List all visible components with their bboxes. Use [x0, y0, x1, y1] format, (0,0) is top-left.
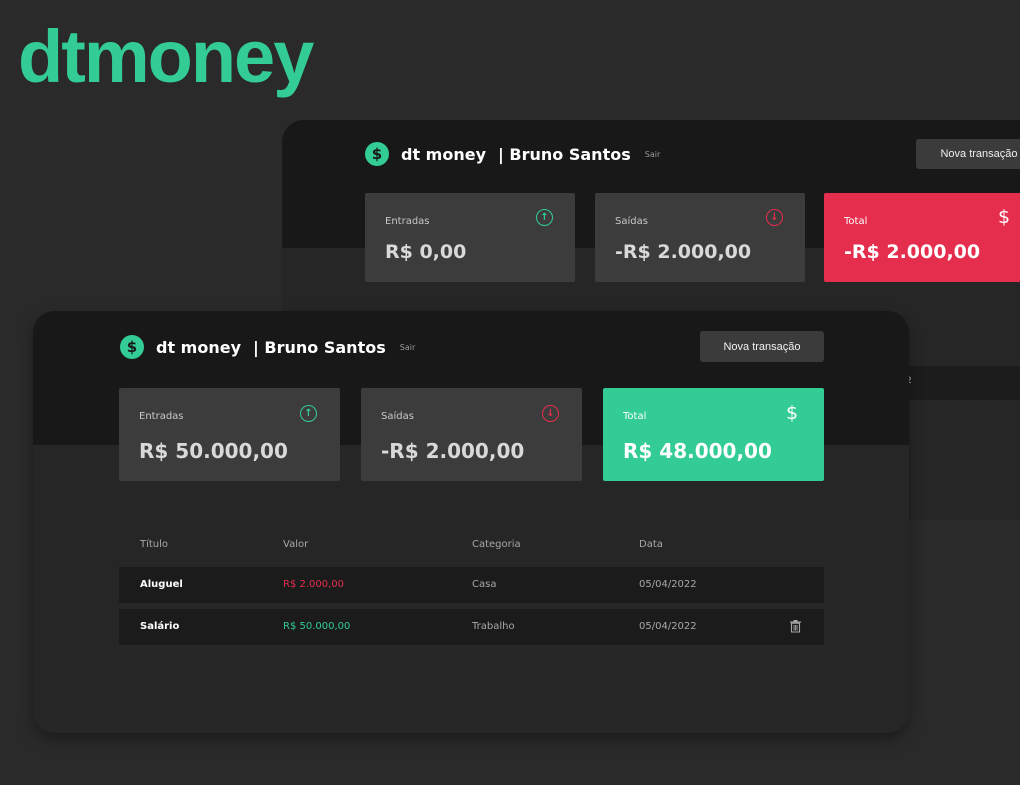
income-card: Entradas ↑ R$ 0,00 [365, 193, 575, 282]
header-logo: $ dt money | Bruno Santos Sair [120, 335, 415, 359]
income-value: R$ 0,00 [385, 241, 467, 263]
arrow-up-circle-icon: ↑ [536, 209, 553, 226]
dollar-icon: $ [786, 402, 799, 424]
app-name: dt money [401, 144, 487, 164]
logout-link[interactable]: Sair [645, 150, 661, 159]
arrow-down-circle-icon: ↓ [766, 209, 783, 226]
total-value: R$ 48.000,00 [623, 439, 772, 463]
column-header-title: Título [140, 539, 169, 550]
front-app-window: $ dt money | Bruno Santos Sair Nova tran… [33, 311, 909, 733]
table-row[interactable]: Salário R$ 50.000,00 Trabalho 05/04/2022 [119, 609, 824, 645]
transactions-table: Título Valor Categoria Data Aluguel R$ 2… [119, 533, 824, 651]
table-header: Título Valor Categoria Data [119, 533, 824, 567]
total-card: Total $ -R$ 2.000,00 [824, 193, 1020, 282]
brand-title: dtmoney [18, 15, 314, 98]
column-header-date: Data [639, 539, 663, 550]
row-category: Casa [472, 579, 497, 590]
income-value: R$ 50.000,00 [139, 439, 288, 463]
outcome-value: -R$ 2.000,00 [381, 439, 525, 463]
column-header-value: Valor [283, 539, 309, 550]
income-label: Entradas [385, 216, 430, 227]
new-transaction-button[interactable]: Nova transação [916, 139, 1020, 169]
table-row[interactable]: Aluguel R$ 2.000,00 Casa 05/04/2022 [119, 567, 824, 603]
trash-icon[interactable] [790, 620, 801, 633]
row-title: Aluguel [140, 579, 183, 590]
arrow-up-circle-icon: ↑ [300, 405, 317, 422]
column-header-category: Categoria [472, 539, 521, 550]
user-name: | Bruno Santos [253, 337, 386, 357]
row-category: Trabalho [472, 621, 515, 632]
row-date: 05/04/2022 [639, 621, 697, 632]
outcome-card: Saídas ↓ -R$ 2.000,00 [361, 388, 582, 481]
header-logo: $ dt money | Bruno Santos Sair [365, 142, 660, 166]
row-value: R$ 50.000,00 [283, 621, 351, 632]
arrow-down-circle-icon: ↓ [542, 405, 559, 422]
outcome-value: -R$ 2.000,00 [615, 241, 752, 263]
income-label: Entradas [139, 411, 184, 422]
dollar-coin-icon: $ [365, 142, 389, 166]
user-name: | Bruno Santos [498, 144, 631, 164]
row-title: Salário [140, 621, 180, 632]
outcome-card: Saídas ↓ -R$ 2.000,00 [595, 193, 805, 282]
app-name: dt money [156, 337, 242, 357]
outcome-label: Saídas [381, 411, 414, 422]
total-label: Total [623, 411, 647, 422]
total-value: -R$ 2.000,00 [844, 241, 981, 263]
total-card: Total $ R$ 48.000,00 [603, 388, 824, 481]
total-label: Total [844, 216, 868, 227]
income-card: Entradas ↑ R$ 50.000,00 [119, 388, 340, 481]
outcome-label: Saídas [615, 216, 648, 227]
dollar-coin-icon: $ [120, 335, 144, 359]
new-transaction-button[interactable]: Nova transação [700, 331, 824, 362]
dollar-icon: $ [998, 206, 1011, 228]
logout-link[interactable]: Sair [400, 343, 416, 352]
row-date: 05/04/2022 [639, 579, 697, 590]
row-value: R$ 2.000,00 [283, 579, 345, 590]
